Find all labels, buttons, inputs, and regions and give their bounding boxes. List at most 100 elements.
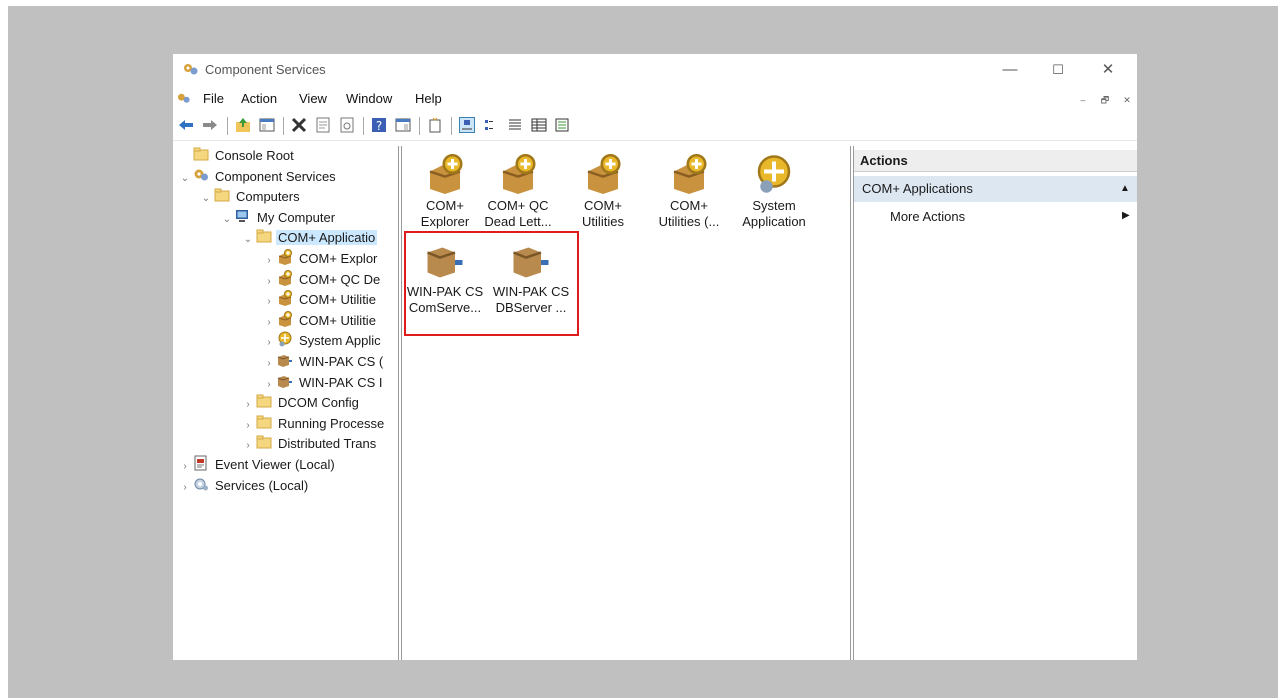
doc-restore-button[interactable]: 🗗 xyxy=(1097,92,1113,108)
expanded-chevron-icon[interactable]: ⌄ xyxy=(200,189,212,209)
forward-icon[interactable] xyxy=(202,117,218,133)
toolbar-separator xyxy=(283,117,284,135)
package-icon xyxy=(277,352,293,367)
tree-item-label: My Computer xyxy=(257,209,336,225)
export-list-icon[interactable] xyxy=(555,117,571,133)
minimize-button[interactable]: — xyxy=(987,58,1033,82)
collapsed-chevron-icon[interactable]: › xyxy=(263,251,275,271)
tree-item[interactable]: › Distributed Trans xyxy=(242,434,378,454)
folder-icon xyxy=(193,146,209,161)
collapsed-chevron-icon[interactable]: › xyxy=(242,395,254,415)
component-services-window: Component Services — ☐ ✕ File Action Vie… xyxy=(173,54,1137,660)
tree-item-label: COM+ QC De xyxy=(299,271,381,287)
list-item[interactable]: System Application xyxy=(731,154,817,230)
folder-icon xyxy=(256,228,272,243)
menu-help[interactable]: Help xyxy=(415,91,442,106)
tree-item[interactable]: › Services (Local) xyxy=(179,476,310,496)
menu-file[interactable]: File xyxy=(203,91,224,106)
tree-item[interactable]: ⌄ Component Services xyxy=(179,167,338,187)
system-app-icon xyxy=(754,154,794,194)
highlight-box xyxy=(404,231,579,336)
title-bar: Component Services — ☐ ✕ xyxy=(173,54,1137,86)
collapsed-chevron-icon[interactable]: › xyxy=(263,272,275,292)
tree-item[interactable]: › WIN-PAK CS ( xyxy=(263,352,385,372)
toolbar-separator xyxy=(227,117,228,135)
tree-item[interactable]: Console Root xyxy=(179,146,296,166)
component-services-app-icon xyxy=(184,64,198,75)
tree-item[interactable]: ⌄ My Computer xyxy=(221,208,337,228)
small-icons-view-icon[interactable] xyxy=(483,117,499,133)
collapsed-chevron-icon[interactable]: › xyxy=(263,292,275,312)
tree-item[interactable]: › COM+ Utilitie xyxy=(263,310,378,333)
list-item[interactable]: COM+ Utilities (... xyxy=(646,154,732,230)
com-app-icon xyxy=(583,154,623,194)
tree-item-label: Console Root xyxy=(215,148,294,163)
services-icon xyxy=(193,476,209,491)
system-app-icon xyxy=(277,331,293,347)
tree-item[interactable]: › DCOM Config xyxy=(242,393,361,413)
collapse-caret-icon[interactable]: ▲ xyxy=(1120,176,1130,202)
menu-window[interactable]: Window xyxy=(346,91,392,106)
package-icon xyxy=(277,373,293,388)
refresh-icon[interactable] xyxy=(339,117,355,133)
com-app-icon xyxy=(498,154,538,194)
tree-item[interactable]: › COM+ Explor xyxy=(263,249,379,269)
help-icon[interactable]: ? xyxy=(371,117,387,133)
list-item[interactable]: COM+ QC Dead Lett... xyxy=(475,154,561,230)
com-app-icon xyxy=(669,154,709,194)
tree-item-label: WIN-PAK CS I xyxy=(299,374,383,390)
collapsed-chevron-icon[interactable]: › xyxy=(179,478,191,498)
more-actions-item[interactable]: More Actions xyxy=(890,208,965,226)
doc-minimize-button[interactable]: – xyxy=(1075,92,1091,108)
list-item[interactable]: COM+ Utilities xyxy=(560,154,646,230)
menu-action[interactable]: Action xyxy=(241,91,277,106)
tree-item[interactable]: ⌄ COM+ Applicatio xyxy=(242,228,378,250)
doc-close-button[interactable]: ✕ xyxy=(1119,92,1135,108)
toolbar-separator xyxy=(451,117,452,135)
collapsed-chevron-icon[interactable]: › xyxy=(263,333,275,353)
tree-item-label: COM+ Explor xyxy=(299,251,378,266)
list-item-label-line2: Utilities (... xyxy=(658,214,720,229)
list-item-label-line2: Dead Lett... xyxy=(484,214,552,229)
menu-view[interactable]: View xyxy=(299,91,327,106)
tree-item-label: Event Viewer (Local) xyxy=(215,457,335,472)
folder-icon xyxy=(256,434,272,449)
com-app-icon xyxy=(277,310,293,327)
delete-icon[interactable] xyxy=(291,117,307,133)
expanded-chevron-icon[interactable]: ⌄ xyxy=(221,210,233,230)
expanded-chevron-icon[interactable]: ⌄ xyxy=(179,169,191,189)
collapsed-chevron-icon[interactable]: › xyxy=(242,436,254,456)
document-system-menu-icon[interactable] xyxy=(177,92,191,104)
collapsed-chevron-icon[interactable]: › xyxy=(263,375,275,395)
collapsed-chevron-icon[interactable]: › xyxy=(179,457,191,477)
svg-text:?: ? xyxy=(376,119,382,133)
list-view-icon[interactable] xyxy=(507,117,523,133)
properties-icon[interactable] xyxy=(315,117,331,133)
collapsed-chevron-icon[interactable]: › xyxy=(242,416,254,436)
collapsed-chevron-icon[interactable]: › xyxy=(263,354,275,374)
tree-item-label: COM+ Utilitie xyxy=(299,312,376,328)
close-button[interactable]: ✕ xyxy=(1085,58,1131,82)
tree-item[interactable]: › Running Processe xyxy=(242,414,386,434)
up-folder-icon[interactable] xyxy=(235,117,251,133)
actions-pane: Actions COM+ Applications ▲ More Actions… xyxy=(853,146,1137,660)
tree-item[interactable]: ⌄ Computers xyxy=(200,187,302,207)
actions-section-com-applications[interactable]: COM+ Applications ▲ xyxy=(854,176,1137,202)
com-app-icon xyxy=(277,249,293,265)
new-window-icon[interactable] xyxy=(427,117,443,133)
tree-item[interactable]: › COM+ Utilitie xyxy=(263,290,378,310)
collapsed-chevron-icon[interactable]: › xyxy=(263,313,275,333)
maximize-button[interactable]: ☐ xyxy=(1035,58,1081,82)
show-hide-action-icon[interactable] xyxy=(395,117,411,133)
list-item-label-line1: COM+ xyxy=(670,198,708,213)
back-icon[interactable] xyxy=(178,117,194,133)
tree-item[interactable]: › System Applic xyxy=(263,331,383,351)
expanded-chevron-icon[interactable]: ⌄ xyxy=(242,230,254,250)
tree-item[interactable]: › Event Viewer (Local) xyxy=(179,455,337,475)
detail-view-icon[interactable] xyxy=(531,117,547,133)
large-icons-view-icon[interactable] xyxy=(459,117,475,133)
tree-item[interactable]: › WIN-PAK CS I xyxy=(263,373,385,393)
show-hide-tree-icon[interactable] xyxy=(259,117,275,133)
tree-item[interactable]: › COM+ QC De xyxy=(263,269,382,292)
tree-item-label: Services (Local) xyxy=(215,477,309,493)
